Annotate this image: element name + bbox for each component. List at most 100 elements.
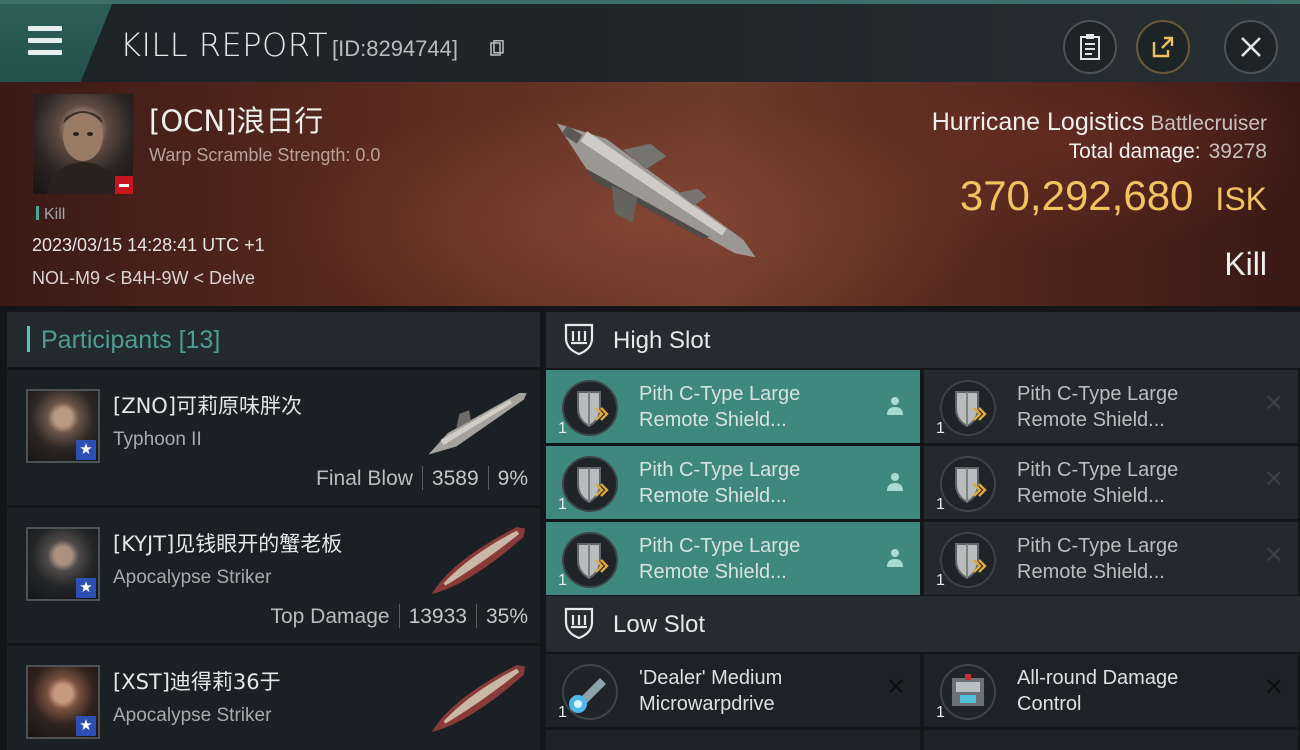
module-name-line1: Pith C-Type Large [639, 535, 801, 557]
module-name-line2: Remote Shield... [1017, 409, 1165, 431]
participant-role: Final Blow [316, 467, 413, 490]
menu-button[interactable] [0, 4, 112, 82]
participant-row[interactable]: ★ [XST]迪得莉36于 Apocalypse Striker [7, 646, 540, 750]
person-icon[interactable] [886, 472, 904, 492]
module-name-line1: Pith C-Type Large [639, 383, 801, 405]
isk-value: 370,292,680 ISK [960, 172, 1267, 220]
participant-percent: 35% [485, 605, 528, 628]
menu-icon [28, 26, 62, 62]
participant-ship-image [431, 527, 526, 594]
module-name-line2: Remote Shield... [639, 485, 787, 507]
copy-icon[interactable] [490, 40, 504, 56]
high-slot-header: High Slot [546, 312, 1300, 368]
module-name: Pith C-Type Large Remote Shield... [1017, 457, 1178, 509]
module-quantity: 1 [936, 704, 945, 721]
participant-ship: Typhoon II [113, 429, 202, 450]
page-title: KILL REPORT [120, 26, 329, 64]
shield-booster-icon [560, 530, 620, 590]
clipboard-button[interactable] [1063, 20, 1117, 74]
module-name-line1: Pith C-Type Large [1017, 535, 1179, 557]
negative-standing-badge [115, 176, 133, 194]
kill-datetime: 2023/03/15 14:28:41 UTC +1 [32, 235, 265, 255]
high-slot-label: High Slot [613, 327, 711, 354]
victim-name[interactable]: [OCN]浪日行 [149, 98, 323, 140]
module-slot[interactable]: 1 Pith C-Type Large Remote Shield... ✕ [924, 522, 1298, 595]
module-slot[interactable]: 1 Pith C-Type Large Remote Shield... ✕ [924, 370, 1298, 443]
person-icon[interactable] [886, 548, 904, 568]
module-name: Pith C-Type Large Remote Shield... [639, 381, 800, 433]
low-slot-header: Low Slot [546, 596, 1300, 652]
microwarpdrive-icon [560, 662, 620, 722]
module-name: Pith C-Type Large Remote Shield... [1017, 533, 1178, 585]
participant-stats: Top Damage 13933 35% [270, 604, 528, 629]
participant-damage: 3589 [431, 467, 479, 490]
victim-ship-name[interactable]: Hurricane Logistics Battlecruiser [932, 108, 1267, 137]
close-icon [1241, 37, 1261, 57]
share-icon [1152, 36, 1174, 58]
shield-booster-icon [560, 378, 620, 438]
module-name-line1: Pith C-Type Large [639, 459, 801, 481]
total-damage: Total damage: 39278 [1069, 140, 1267, 164]
module-name: Pith C-Type Large Remote Shield... [1017, 381, 1178, 433]
participants-title: Participants [13] [41, 326, 220, 355]
shield-booster-icon [938, 378, 998, 438]
module-name-line2: Microwarpdrive [639, 693, 775, 715]
participant-row[interactable]: ★ [KYJT]见钱眼开的蟹老板 Apocalypse Striker Top … [7, 508, 540, 643]
module-quantity: 1 [558, 496, 567, 513]
participant-name: [ZNO]可莉原味胖次 [113, 394, 303, 418]
participant-ship: Apocalypse Striker [113, 705, 272, 726]
module-quantity: 1 [558, 572, 567, 589]
participant-role: Top Damage [270, 605, 390, 628]
module-slot[interactable]: 1 Pith C-Type Large Remote Shield... [546, 370, 920, 443]
module-name: 'Dealer' Medium Microwarpdrive [639, 665, 782, 717]
warp-scramble-strength: Warp Scramble Strength: 0.0 [149, 145, 381, 165]
module-quantity: 1 [558, 420, 567, 437]
person-icon[interactable] [886, 396, 904, 416]
participant-name: [KYJT]见钱眼开的蟹老板 [113, 532, 343, 556]
isk-unit: ISK [1215, 181, 1267, 217]
participant-damage: 13933 [408, 605, 467, 628]
ship-name-text: Hurricane Logistics [931, 108, 1145, 136]
x-icon[interactable]: ✕ [1264, 392, 1284, 416]
result-label: Kill [1224, 246, 1267, 282]
participant-ship-image [431, 665, 526, 732]
module-name: All-round Damage Control [1017, 665, 1178, 717]
total-damage-value: 39278 [1208, 140, 1267, 163]
module-name-line2: Control [1017, 693, 1082, 715]
participant-row[interactable]: ★ [ZNO]可莉原味胖次 Typhoon II Final Blow 3589 9… [7, 370, 540, 505]
module-slot[interactable]: 1 Pith C-Type Large Remote Shield... [546, 522, 920, 595]
isk-amount: 370,292,680 [959, 172, 1194, 219]
module-name: Pith C-Type Large Remote Shield... [639, 533, 800, 585]
star-icon: ★ [76, 440, 96, 460]
x-icon[interactable]: ✕ [1264, 544, 1284, 568]
x-icon[interactable]: ✕ [886, 676, 906, 700]
module-name-line2: Remote Shield... [639, 561, 787, 583]
slot-shield-icon [564, 607, 594, 640]
clipboard-icon [1080, 34, 1100, 60]
module-quantity: 1 [936, 572, 945, 589]
module-slot[interactable]: 1 Pith C-Type Large Remote Shield... [546, 446, 920, 519]
damage-control-icon [938, 662, 998, 722]
participant-percent: 9% [497, 467, 528, 490]
kill-location[interactable]: NOL-M9 < B4H-9W < Delve [32, 268, 255, 289]
x-icon[interactable]: ✕ [1264, 676, 1284, 700]
participants-header[interactable]: Participants [13] [7, 312, 540, 367]
share-button[interactable] [1136, 20, 1190, 74]
module-slot[interactable] [924, 730, 1298, 750]
module-name-line2: Remote Shield... [1017, 485, 1165, 507]
report-id: [ID:8294744] [332, 36, 458, 61]
star-icon: ★ [76, 578, 96, 598]
module-quantity: 1 [936, 496, 945, 513]
slot-shield-icon [564, 323, 594, 356]
victim-ship-image[interactable] [525, 92, 785, 292]
module-name-line1: 'Dealer' Medium [639, 667, 783, 689]
module-name-line1: Pith C-Type Large [1017, 459, 1179, 481]
module-slot[interactable]: 1 'Dealer' Medium Microwarpdrive ✕ [546, 654, 920, 727]
close-button[interactable] [1224, 20, 1278, 74]
x-icon[interactable]: ✕ [1264, 468, 1284, 492]
top-bar: KILL REPORT [ID:8294744] [0, 0, 1300, 82]
participant-stats: Final Blow 3589 9% [316, 466, 528, 491]
module-slot[interactable]: 1 All-round Damage Control ✕ [924, 654, 1298, 727]
module-slot[interactable]: 1 Pith C-Type Large Remote Shield... ✕ [924, 446, 1298, 519]
module-slot[interactable] [546, 730, 920, 750]
